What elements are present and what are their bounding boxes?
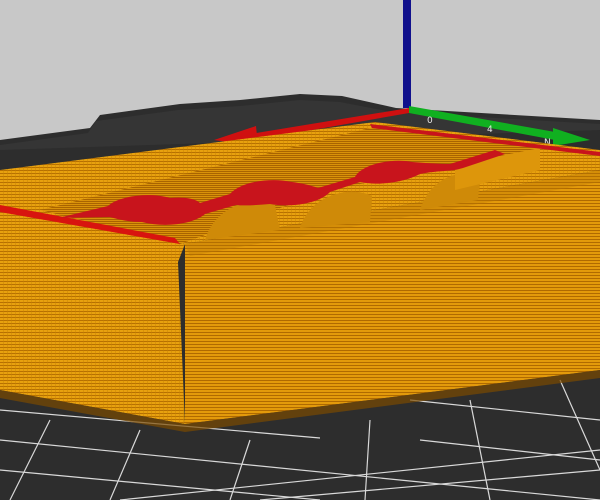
- model-front-face: [0, 208, 185, 424]
- z-axis: [403, 0, 411, 108]
- 3d-viewport[interactable]: 0 4 N: [0, 0, 600, 500]
- sliced-model: [0, 122, 600, 432]
- bed-tick-label: 4: [487, 125, 493, 135]
- print-preview-scene[interactable]: 0 4 N: [0, 0, 600, 500]
- bed-tick-label: 0: [427, 116, 433, 126]
